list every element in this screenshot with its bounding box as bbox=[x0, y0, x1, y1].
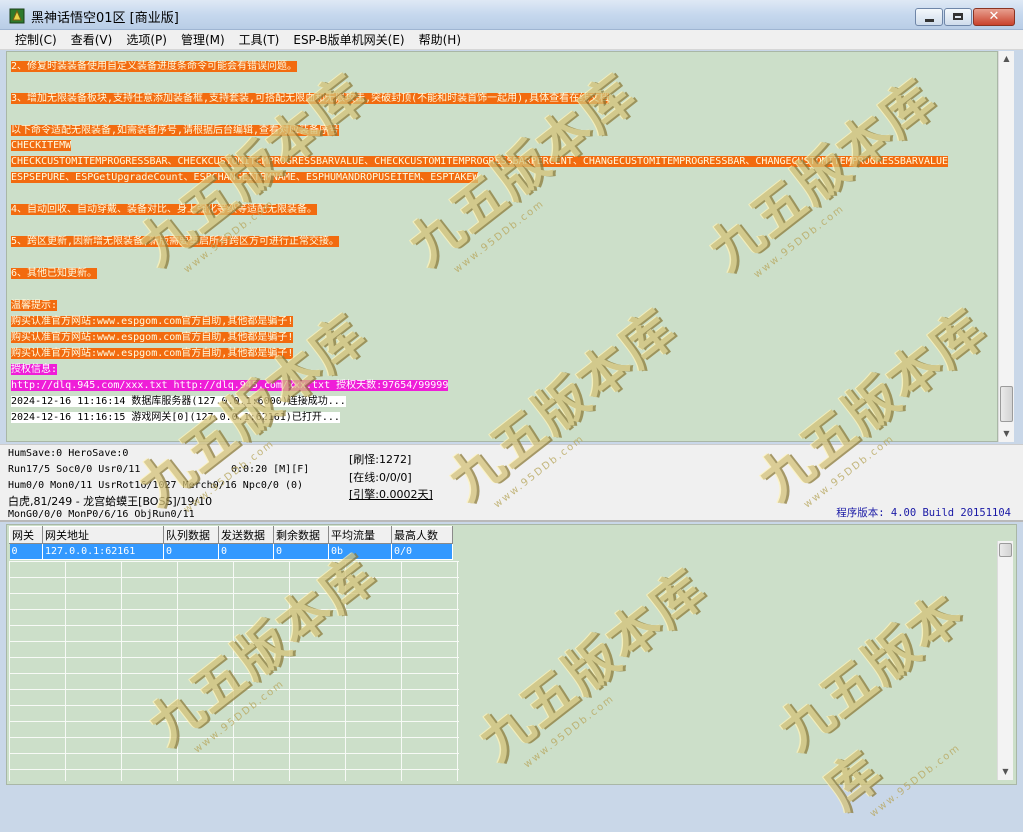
log-line: 以下命令适配无限装备,如需装备序号,请根据后台编辑,查看对应装备序号 bbox=[11, 125, 340, 136]
log-line: 2024-12-16 11:16:14 数据库服务器(127.0.0.1:600… bbox=[11, 396, 346, 407]
column-average-traffic[interactable]: 平均流量 bbox=[328, 526, 392, 544]
log-line: CHECKITEMW bbox=[11, 140, 72, 151]
timer-status: 0:0:20 [M][F] bbox=[231, 464, 310, 475]
online-count: [在线:0/0/0] bbox=[349, 471, 412, 484]
minimize-icon bbox=[925, 19, 934, 22]
log-line: 3、增加无限装备板块,支持任意添加装备框,支持套装,可搭配无限血和无限攻击,突破… bbox=[11, 93, 610, 104]
cell-gateway: 0 bbox=[9, 543, 43, 560]
boss-status: 白虎,81/249 - 龙宫蛤蟆王[BOSS]/19/10 bbox=[8, 495, 213, 508]
column-gateway[interactable]: 网关 bbox=[9, 526, 43, 544]
log-line: 2024-12-16 11:16:15 游戏网关[0](127.0.0.1:62… bbox=[11, 412, 340, 423]
column-remaining-data[interactable]: 剩余数据 bbox=[273, 526, 329, 544]
menu-bar: 控制(C) 查看(V) 选项(P) 管理(M) 工具(T) ESP-B版单机网关… bbox=[0, 30, 1023, 50]
cell-remaining-data: 0 bbox=[273, 543, 329, 560]
log-line: http://dlq.945.com/xxx.txt http://dlq.94… bbox=[11, 380, 449, 391]
status-panel: HumSave:0 HeroSave:0 Run17/5 Soc0/0 Usr0… bbox=[0, 444, 1023, 522]
window-controls: ✕ bbox=[914, 8, 1015, 27]
cell-send-data: 0 bbox=[218, 543, 274, 560]
log-line: ESPSEPURE、ESPGetUpgradeCount、ESPCHANGEIT… bbox=[11, 172, 479, 183]
hum-status: Hum0/0 Mon0/11 UsrRot16/1027 Merch0/16 N… bbox=[8, 480, 304, 491]
log-line: 购买认准官方网站:www.espgom.com官方自助,其他都是骗子! bbox=[11, 316, 294, 327]
menu-control[interactable]: 控制(C) bbox=[8, 30, 64, 50]
close-button[interactable]: ✕ bbox=[973, 8, 1015, 26]
scroll-thumb[interactable] bbox=[1000, 386, 1013, 422]
cell-max-users: 0/0 bbox=[391, 543, 453, 560]
menu-esp-gateway[interactable]: ESP-B版单机网关(E) bbox=[286, 30, 411, 50]
gateway-grid-panel[interactable]: 网关 网关地址 队列数据 发送数据 剩余数据 平均流量 最高人数 0 127.0… bbox=[6, 524, 1017, 785]
run-status: Run17/5 Soc0/0 Usr0/11 bbox=[8, 464, 141, 475]
app-icon bbox=[9, 8, 25, 24]
cell-gateway-address: 127.0.0.1:62161 bbox=[42, 543, 164, 560]
table-header-row: 网关 网关地址 队列数据 发送数据 剩余数据 平均流量 最高人数 bbox=[9, 526, 453, 544]
menu-view[interactable]: 查看(V) bbox=[64, 30, 120, 50]
table-row[interactable]: 0 127.0.0.1:62161 0 0 0 0b 0/0 bbox=[9, 543, 453, 560]
menu-options[interactable]: 选项(P) bbox=[119, 30, 174, 50]
scroll-up-icon[interactable]: ▲ bbox=[999, 51, 1014, 67]
column-queue-data[interactable]: 队列数据 bbox=[163, 526, 219, 544]
grid-scrollbar[interactable]: ▲ ▼ bbox=[997, 541, 1013, 780]
cell-queue-data: 0 bbox=[163, 543, 219, 560]
log-panel[interactable]: 2、修复时装装备使用自定义装备进度条命令可能会有错误问题。 3、增加无限装备板块… bbox=[6, 51, 998, 442]
log-line: 2、修复时装装备使用自定义装备进度条命令可能会有错误问题。 bbox=[11, 61, 298, 72]
log-line: 授权信息: bbox=[11, 364, 58, 375]
log-line: 购买认准官方网站:www.espgom.com官方自助,其他都是骗子! bbox=[11, 348, 294, 359]
log-line: 5、跨区更新,因新增无限装备,新版需要重启所有跨区方可进行正常交接。 bbox=[11, 236, 340, 247]
grid-empty-lines bbox=[9, 561, 459, 781]
log-line: CHECKCUSTOMITEMPROGRESSBAR、CHECKCUSTOMIT… bbox=[11, 156, 949, 167]
title-bar[interactable]: 黑神话悟空01区 [商业版] ✕ bbox=[0, 0, 1023, 30]
minimize-button[interactable] bbox=[915, 8, 943, 26]
refresh-monster-count: [刷怪:1272] bbox=[349, 453, 412, 466]
column-gateway-address[interactable]: 网关地址 bbox=[42, 526, 164, 544]
maximize-button[interactable] bbox=[944, 8, 972, 26]
log-line: 6、其他已知更新。 bbox=[11, 268, 98, 279]
window-title: 黑神话悟空01区 [商业版] bbox=[31, 11, 179, 26]
menu-manage[interactable]: 管理(M) bbox=[174, 30, 232, 50]
column-send-data[interactable]: 发送数据 bbox=[218, 526, 274, 544]
log-line: 购买认准官方网站:www.espgom.com官方自助,其他都是骗子! bbox=[11, 332, 294, 343]
log-line: 温馨提示: bbox=[11, 300, 58, 311]
engine-status[interactable]: [引擎:0.0002天] bbox=[349, 486, 433, 502]
log-line: 4、自动回收、自动穿戴、装备对比、身上强化等级等适配无限装备。 bbox=[11, 204, 318, 215]
cell-average-traffic: 0b bbox=[328, 543, 392, 560]
close-icon: ✕ bbox=[988, 9, 1000, 24]
gateway-table: 网关 网关地址 队列数据 发送数据 剩余数据 平均流量 最高人数 0 127.0… bbox=[9, 526, 453, 560]
menu-tools[interactable]: 工具(T) bbox=[232, 30, 287, 50]
scroll-down-icon[interactable]: ▼ bbox=[999, 426, 1014, 442]
scroll-down-icon[interactable]: ▼ bbox=[998, 764, 1013, 780]
hum-save-status: HumSave:0 HeroSave:0 bbox=[8, 448, 129, 459]
program-version: 程序版本: 4.00 Build 20151104 bbox=[836, 507, 1011, 519]
mon-status: MonG0/0/0 MonP0/6/16 ObjRun0/11 bbox=[8, 509, 195, 520]
log-scrollbar[interactable]: ▲ ▼ bbox=[998, 51, 1014, 442]
scroll-thumb[interactable] bbox=[999, 543, 1012, 557]
menu-help[interactable]: 帮助(H) bbox=[412, 30, 468, 50]
maximize-icon bbox=[953, 13, 963, 20]
column-max-users[interactable]: 最高人数 bbox=[391, 526, 453, 544]
